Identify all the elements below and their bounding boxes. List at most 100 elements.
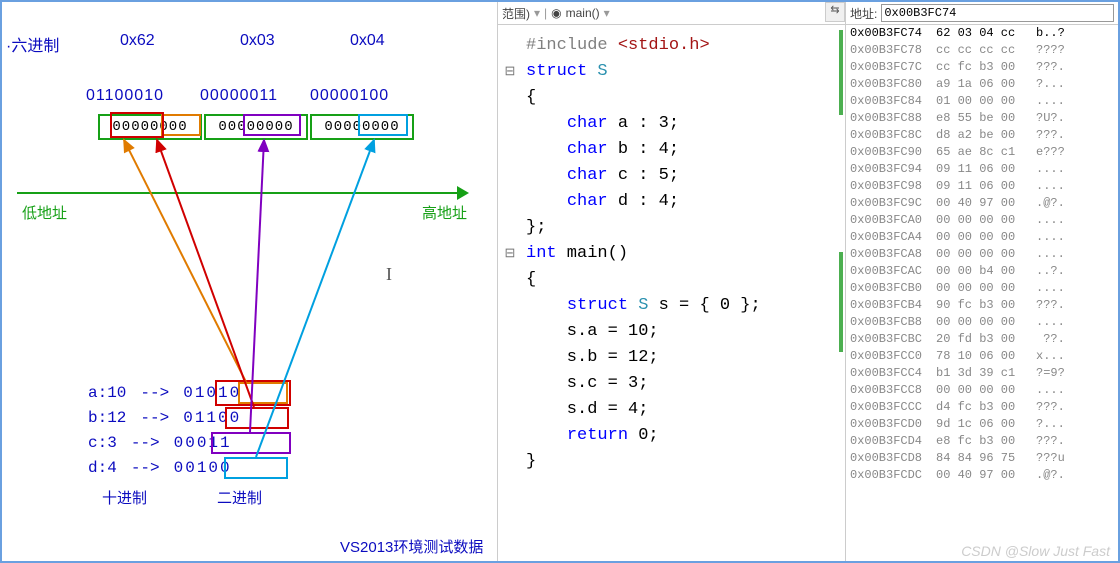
memory-row[interactable]: 0x00B3FC78cc cc cc cc???? [846, 42, 1118, 59]
mem-ascii: ???. [1036, 433, 1114, 450]
mem-bytes: 09 11 06 00 [936, 161, 1028, 178]
code-line[interactable]: s.d = 4; [526, 397, 839, 423]
memory-rows[interactable]: 0x00B3FC7462 03 04 ccb..?0x00B3FC78cc cc… [846, 25, 1118, 561]
code-line[interactable]: { [526, 267, 839, 293]
code-line[interactable]: struct S s = { 0 }; [526, 293, 839, 319]
scope-dropdown[interactable]: 范围) [502, 5, 530, 22]
address-input[interactable] [881, 4, 1114, 22]
memory-row[interactable]: 0x00B3FC7462 03 04 ccb..? [846, 25, 1118, 42]
memory-row[interactable]: 0x00B3FC8401 00 00 00.... [846, 93, 1118, 110]
memory-row[interactable]: 0x00B3FCC4b1 3d 39 c1?=9? [846, 365, 1118, 382]
mem-ascii: .... [1036, 212, 1114, 229]
mem-addr: 0x00B3FCC4 [850, 365, 928, 382]
code-line[interactable]: s.b = 12; [526, 345, 839, 371]
mem-addr: 0x00B3FC80 [850, 76, 928, 93]
memory-row[interactable]: 0x00B3FCB490 fc b3 00???. [846, 297, 1118, 314]
memory-row[interactable]: 0x00B3FC9065 ae 8c c1e??? [846, 144, 1118, 161]
memory-row[interactable]: 0x00B3FC9809 11 06 00.... [846, 178, 1118, 195]
mem-ascii: .... [1036, 382, 1114, 399]
var-row-a: a:10 --> 01010 [88, 384, 241, 402]
code-line[interactable]: s.a = 10; [526, 319, 839, 345]
var-row-c: c:3 --> 00011 [88, 434, 232, 452]
memory-row[interactable]: 0x00B3FCA800 00 00 00.... [846, 246, 1118, 263]
code-line[interactable]: struct S [526, 59, 839, 85]
var-bin: 00011 [174, 434, 232, 452]
memory-row[interactable]: 0x00B3FCD09d 1c 06 00?... [846, 416, 1118, 433]
code-line[interactable]: int main() [526, 241, 839, 267]
memory-row[interactable]: 0x00B3FCA400 00 00 00.... [846, 229, 1118, 246]
memory-row[interactable]: 0x00B3FCD4e8 fc b3 00???. [846, 433, 1118, 450]
memory-row[interactable]: 0x00B3FCA000 00 00 00.... [846, 212, 1118, 229]
var-name: a:10 [88, 384, 126, 402]
mem-ascii: b..? [1036, 25, 1114, 42]
fold-gutter-icon[interactable]: ⊟ [502, 241, 518, 267]
code-line[interactable]: char d : 4; [526, 189, 839, 215]
memory-row[interactable]: 0x00B3FCB800 00 00 00.... [846, 314, 1118, 331]
mem-addr: 0x00B3FCDC [850, 467, 928, 484]
code-breadcrumb[interactable]: 范围) ▾ | ◉ main() ▾ [498, 2, 845, 25]
hex-value-0: 0x62 [120, 32, 155, 50]
mem-bytes: a9 1a 06 00 [936, 76, 1028, 93]
code-line[interactable]: return 0; [526, 423, 839, 449]
text-cursor-icon: I [386, 264, 392, 285]
mem-bytes: 00 00 00 00 [936, 314, 1028, 331]
mem-addr: 0x00B3FC78 [850, 42, 928, 59]
mem-bytes: e8 55 be 00 [936, 110, 1028, 127]
mem-addr: 0x00B3FC7C [850, 59, 928, 76]
code-line[interactable]: char c : 5; [526, 163, 839, 189]
bin-value-2: 00000100 [310, 87, 389, 105]
memory-row[interactable]: 0x00B3FCBC20 fd b3 00 ??. [846, 331, 1118, 348]
byte-box-2: 00000000 [310, 114, 414, 140]
memory-row[interactable]: 0x00B3FCC078 10 06 00x... [846, 348, 1118, 365]
fold-gutter-icon[interactable]: ⊟ [502, 59, 518, 85]
memory-row[interactable]: 0x00B3FCCCd4 fc b3 00???. [846, 399, 1118, 416]
memory-row[interactable]: 0x00B3FC80 a9 1a 06 00?... [846, 76, 1118, 93]
var-bin: 00100 [174, 459, 232, 477]
memory-row[interactable]: 0x00B3FC7Ccc fc b3 00???. [846, 59, 1118, 76]
mem-ascii: ??. [1036, 331, 1114, 348]
memory-row[interactable]: 0x00B3FCB000 00 00 00.... [846, 280, 1118, 297]
memory-row[interactable]: 0x00B3FCD884 84 96 75???u [846, 450, 1118, 467]
memory-pane: 地址: 0x00B3FC7462 03 04 ccb..?0x00B3FC78c… [846, 2, 1118, 561]
var-name: b:12 [88, 409, 126, 427]
mem-bytes: 00 00 00 00 [936, 382, 1028, 399]
code-editor[interactable]: #include <stdio.h>⊟struct S{ char a : 3;… [498, 25, 845, 483]
mem-addr: 0x00B3FCA0 [850, 212, 928, 229]
function-dropdown[interactable]: main() [566, 6, 600, 20]
mem-addr: 0x00B3FCA8 [850, 246, 928, 263]
bin-value-1: 00000011 [200, 87, 278, 105]
var-bin: 01010 [183, 384, 241, 402]
code-line[interactable]: #include <stdio.h> [526, 33, 839, 59]
memory-row[interactable]: 0x00B3FCDC00 40 97 00.@?. [846, 467, 1118, 484]
memory-row[interactable]: 0x00B3FC9C00 40 97 00.@?. [846, 195, 1118, 212]
mem-ascii: .... [1036, 93, 1114, 110]
code-line[interactable]: { [526, 85, 839, 111]
memory-row[interactable]: 0x00B3FCAC00 00 b4 00..?. [846, 263, 1118, 280]
arrow-icon: --> [140, 409, 169, 427]
mem-addr: 0x00B3FC90 [850, 144, 928, 161]
mem-bytes: 90 fc b3 00 [936, 297, 1028, 314]
var-row-d: d:4 --> 00100 [88, 459, 232, 477]
mem-addr: 0x00B3FC9C [850, 195, 928, 212]
memory-row[interactable]: 0x00B3FC9409 11 06 00.... [846, 161, 1118, 178]
mem-bytes: 00 00 00 00 [936, 280, 1028, 297]
axis-low-label: 低地址 [22, 202, 67, 223]
code-line[interactable]: s.c = 3; [526, 371, 839, 397]
mem-addr: 0x00B3FCCC [850, 399, 928, 416]
memory-row[interactable]: 0x00B3FC88e8 55 be 00?U?. [846, 110, 1118, 127]
mem-ascii: ?... [1036, 76, 1114, 93]
mem-ascii: ???. [1036, 297, 1114, 314]
mem-addr: 0x00B3FCD4 [850, 433, 928, 450]
mem-ascii: .... [1036, 229, 1114, 246]
code-line[interactable]: } [526, 449, 839, 475]
mem-bytes: d8 a2 be 00 [936, 127, 1028, 144]
diagram-caption: VS2013环境测试数据 [340, 536, 483, 557]
code-line[interactable]: }; [526, 215, 839, 241]
split-toggle-icon[interactable]: ⇆ [825, 2, 845, 22]
code-line[interactable]: char b : 4; [526, 137, 839, 163]
memory-row[interactable]: 0x00B3FC8Cd8 a2 be 00???. [846, 127, 1118, 144]
memory-row[interactable]: 0x00B3FCC800 00 00 00.... [846, 382, 1118, 399]
mem-ascii: .... [1036, 246, 1114, 263]
code-line[interactable]: char a : 3; [526, 111, 839, 137]
mem-ascii: ???u [1036, 450, 1114, 467]
